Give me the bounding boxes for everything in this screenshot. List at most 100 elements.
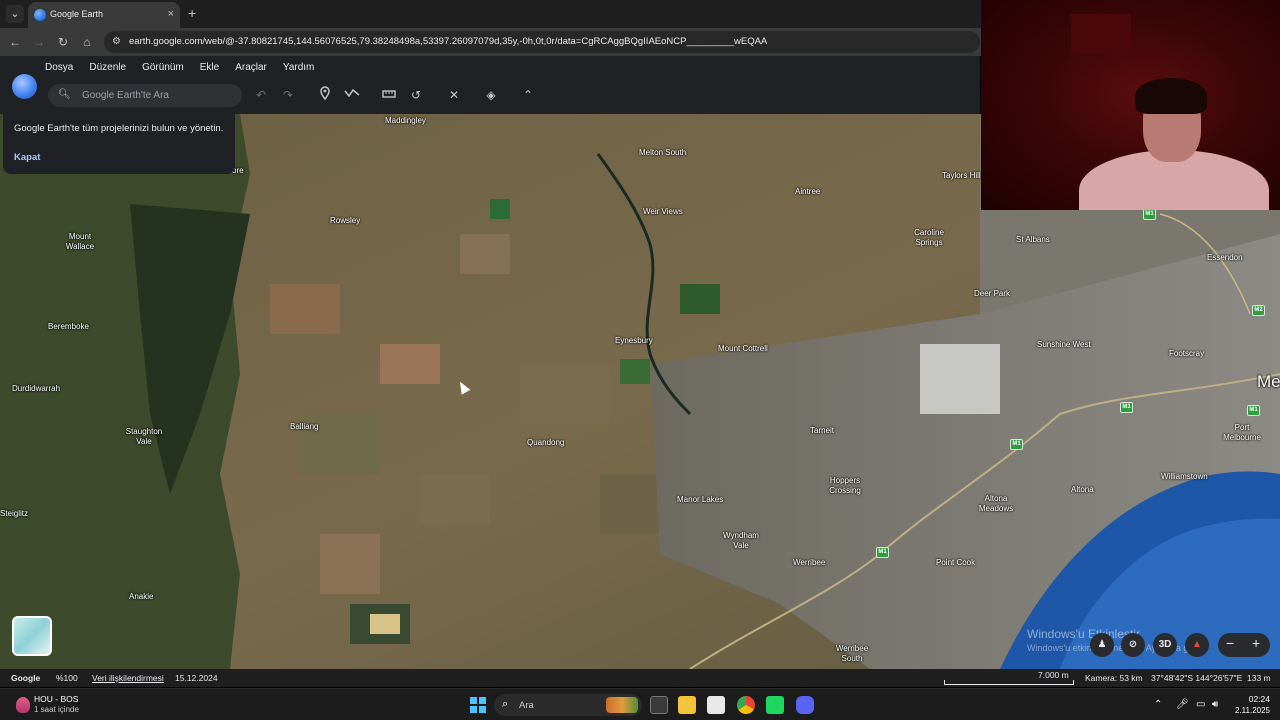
place-label[interactable]: Wyndham Vale: [720, 531, 762, 551]
3d-toggle-button[interactable]: 3D: [1153, 633, 1177, 657]
file-explorer-icon[interactable]: [678, 696, 696, 714]
place-label[interactable]: Staughton Vale: [124, 427, 164, 447]
undo-icon[interactable]: ↶: [252, 86, 270, 104]
place-label[interactable]: Me: [1257, 372, 1280, 392]
weather-icon[interactable]: [16, 697, 30, 713]
location-off-icon[interactable]: ⊘: [1121, 633, 1145, 657]
scale-bar: [944, 680, 1074, 685]
reload-icon[interactable]: ↻: [55, 34, 71, 50]
layers-icon[interactable]: ◈: [482, 86, 500, 104]
tab-search-button[interactable]: ⌄: [6, 5, 24, 23]
menu-help[interactable]: Yardım: [283, 62, 315, 73]
new-tab-button[interactable]: +: [188, 5, 196, 21]
tray-chevron-icon[interactable]: ⌃: [1154, 699, 1162, 710]
compass-icon[interactable]: ▲: [1185, 633, 1209, 657]
place-label[interactable]: Rowsley: [330, 216, 360, 226]
ruler-icon[interactable]: [380, 86, 398, 104]
add-path-icon[interactable]: [343, 86, 361, 104]
place-label[interactable]: Point Cook: [936, 558, 975, 568]
search-input[interactable]: 🔍︎ Google Earth'te Ara: [48, 84, 242, 107]
place-label[interactable]: Beremboke: [48, 322, 89, 332]
weather-title[interactable]: HOU - BOS: [34, 694, 78, 704]
google-logo: Google: [11, 673, 41, 683]
place-label[interactable]: Werribee: [793, 558, 825, 568]
highway-shield: M1: [1247, 405, 1260, 416]
store-icon[interactable]: [707, 696, 725, 714]
place-label[interactable]: St Albans: [1016, 235, 1050, 245]
app-icon[interactable]: [766, 696, 784, 714]
home-icon[interactable]: ⌂: [79, 34, 95, 50]
zoom-in-icon[interactable]: +: [1252, 635, 1260, 651]
place-label[interactable]: Taylors Hill: [942, 171, 981, 181]
screen: ⌄ Google Earth × + ← → ↻ ⌂ ⚙ earth.googl…: [0, 0, 1280, 720]
clock-time[interactable]: 02:24: [1236, 694, 1270, 704]
chrome-icon[interactable]: [737, 696, 755, 714]
zoom-out-icon[interactable]: −: [1226, 635, 1234, 651]
back-arrow-icon[interactable]: ←: [7, 34, 23, 50]
place-label[interactable]: Altona Meadows: [976, 494, 1016, 514]
measure-tools-icon[interactable]: ✕: [445, 86, 463, 104]
microphone-icon[interactable]: 🎤︎: [1176, 699, 1189, 710]
menu-file[interactable]: Dosya: [45, 62, 73, 73]
collapse-chevron-icon[interactable]: ⌃: [519, 86, 537, 104]
task-view-icon[interactable]: [650, 696, 668, 714]
camera-altitude: Kamera: 53 km: [1085, 673, 1143, 683]
place-label[interactable]: Maddingley: [385, 116, 426, 126]
elevation: 133 m: [1247, 673, 1271, 683]
place-label[interactable]: Eynesbury: [615, 336, 653, 346]
place-label[interactable]: Steiglitz: [0, 509, 28, 519]
google-earth-logo-icon[interactable]: [12, 74, 37, 99]
place-label[interactable]: Footscray: [1169, 349, 1204, 359]
place-label[interactable]: Weir Views: [643, 207, 683, 217]
place-label[interactable]: Aintree: [795, 187, 820, 197]
cursor-coordinates: 37°48'42"S 144°26'57"E: [1151, 673, 1243, 683]
place-label[interactable]: Williamstown: [1161, 472, 1208, 482]
browser-tab[interactable]: Google Earth ×: [28, 2, 180, 28]
search-placeholder: Google Earth'te Ara: [82, 90, 169, 101]
network-icon[interactable]: ▭: [1196, 699, 1205, 710]
weather-subtitle[interactable]: 1 saat içinde: [34, 705, 79, 714]
place-label[interactable]: Tarneit: [810, 426, 834, 436]
menu-tools[interactable]: Araçlar: [235, 62, 267, 73]
place-label[interactable]: Deer Park: [974, 289, 1010, 299]
place-label[interactable]: Balliang: [290, 422, 318, 432]
redo-icon[interactable]: ↷: [279, 86, 297, 104]
place-label[interactable]: Essendon: [1207, 253, 1243, 263]
clock-date[interactable]: 2.11.2025: [1228, 706, 1270, 715]
webcam-overlay: [981, 0, 1280, 210]
forward-arrow-icon[interactable]: →: [31, 34, 47, 50]
place-label[interactable]: Port Melbourne: [1220, 423, 1264, 443]
pegman-icon[interactable]: ♟: [1090, 633, 1114, 657]
tab-title: Google Earth: [50, 9, 104, 19]
data-attribution-link[interactable]: Veri ilişkilendirmesi: [92, 673, 164, 683]
tab-close-icon[interactable]: ×: [168, 8, 174, 20]
place-label[interactable]: Sunshine West: [1037, 340, 1091, 350]
historical-imagery-icon[interactable]: ↺: [407, 86, 425, 104]
map-style-thumbnail-button[interactable]: [12, 616, 52, 656]
place-label[interactable]: Manor Lakes: [677, 495, 723, 505]
omnibox[interactable]: ⚙ earth.google.com/web/@-37.80821745,144…: [104, 31, 980, 53]
place-label[interactable]: Altona: [1071, 485, 1094, 495]
windows-start-icon[interactable]: [470, 697, 486, 713]
place-label[interactable]: Mount Cottrell: [718, 344, 768, 354]
url-text[interactable]: earth.google.com/web/@-37.80821745,144.5…: [129, 36, 767, 47]
menu-add[interactable]: Ekle: [200, 62, 219, 73]
place-label[interactable]: Caroline Springs: [913, 228, 945, 248]
add-placemark-icon[interactable]: [316, 86, 334, 104]
windows-taskbar: HOU - BOS 1 saat içinde ⌕ Ara ⌃ 🎤︎ ▭ 🔊︎ …: [0, 688, 1280, 720]
scale-label: 7.000 m: [1038, 670, 1069, 680]
volume-icon[interactable]: 🔊︎: [1212, 699, 1218, 710]
place-label[interactable]: Durdidwarrah: [12, 384, 60, 394]
place-label[interactable]: Anakie: [129, 592, 153, 602]
place-label[interactable]: Quandong: [527, 438, 564, 448]
place-label[interactable]: Mount Wallace: [64, 232, 96, 252]
place-label[interactable]: Melton South: [639, 148, 686, 158]
menu-edit[interactable]: Düzenle: [89, 62, 126, 73]
discord-icon[interactable]: [796, 696, 814, 714]
place-label[interactable]: Hoppers Crossing: [826, 476, 864, 496]
taskbar-search[interactable]: ⌕ Ara: [494, 694, 642, 716]
site-info-icon[interactable]: ⚙: [112, 36, 124, 48]
popup-close-button[interactable]: Kapat: [14, 152, 40, 163]
menu-view[interactable]: Görünüm: [142, 62, 184, 73]
place-label[interactable]: Werribee South: [832, 644, 872, 664]
